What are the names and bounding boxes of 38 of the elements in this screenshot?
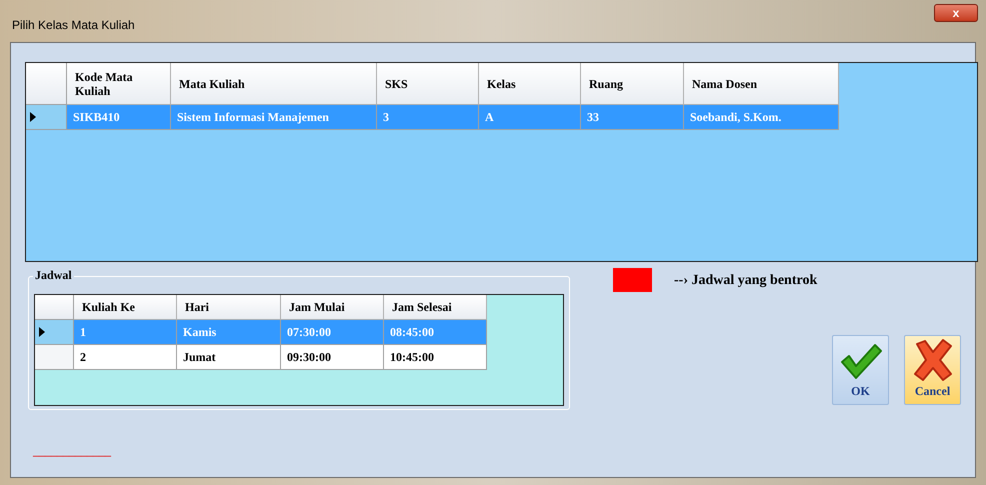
table-cell: SIKB410 [67,105,171,130]
column-header[interactable]: Kuliah Ke [74,295,177,320]
group-title: Jadwal [33,268,74,282]
table-cell: Jumat [177,345,281,370]
table-cell: 09:30:00 [281,345,384,370]
column-header[interactable]: Jam Mulai [281,295,384,320]
legend-text: --› Jadwal yang bentrok [674,272,818,290]
current-row-icon [39,327,45,337]
checkmark-icon [838,342,882,382]
column-header[interactable]: Jam Selesai [384,295,487,320]
table-cell: 1 [74,320,177,345]
close-button[interactable]: x [934,4,978,22]
table-cell: 2 [74,345,177,370]
cancel-button[interactable]: Cancel [904,335,961,405]
row-header-corner [26,63,67,105]
table-cell: 08:45:00 [384,320,487,345]
table-cell: A [479,105,581,130]
window-title: Pilih Kelas Mata Kuliah [12,17,135,34]
table-cell: Sistem Informasi Manajemen [171,105,377,130]
table-cell: 07:30:00 [281,320,384,345]
status-label: _____________ [33,444,112,458]
column-header[interactable]: Kelas [479,63,581,105]
table-cell: 33 [581,105,684,130]
column-header[interactable]: SKS [377,63,479,105]
ok-button[interactable]: OK [832,335,889,405]
table-cell: 10:45:00 [384,345,487,370]
row-header[interactable] [35,320,74,345]
column-header[interactable]: Mata Kuliah [171,63,377,105]
table-cell: Soebandi, S.Kom. [684,105,839,130]
row-header-corner [35,295,74,320]
row-header[interactable] [26,105,67,130]
column-header[interactable]: Ruang [581,63,684,105]
table-cell: 3 [377,105,479,130]
column-header[interactable]: Kode Mata Kuliah [67,63,171,105]
column-header[interactable]: Hari [177,295,281,320]
table-cell: Kamis [177,320,281,345]
column-header[interactable]: Nama Dosen [684,63,839,105]
current-row-icon [30,112,36,122]
